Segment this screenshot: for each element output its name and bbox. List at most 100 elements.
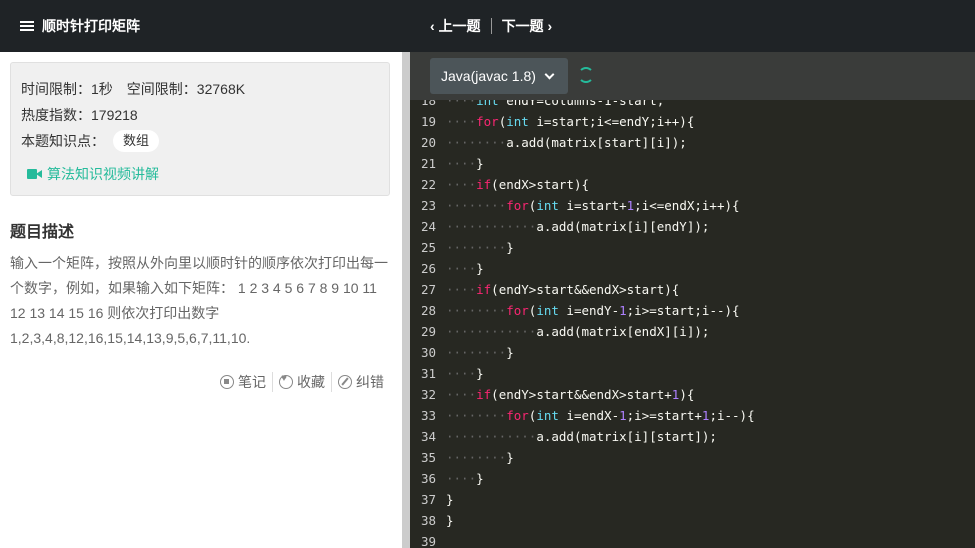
code-line[interactable]: 21 ····}: [410, 153, 975, 174]
knowledge-label: 本题知识点：: [21, 133, 105, 149]
code-text: ········for(int i=endX-1;i>=start+1;i--)…: [446, 408, 755, 423]
editor-panel: ‹ 上一题 下一题 › Java(javac 1.8) 18 ····int en…: [410, 0, 975, 548]
code-line[interactable]: 23 ········for(int i=start+1;i<=endX;i++)…: [410, 195, 975, 216]
code-text: ····}: [446, 471, 484, 486]
correct-button[interactable]: 纠错: [331, 372, 390, 392]
code-text: ····if(endX>start){: [446, 177, 590, 192]
code-line[interactable]: 19 ····for(int i=start;i<=endY;i++){: [410, 111, 975, 132]
panel-splitter[interactable]: [402, 52, 410, 548]
code-text: ····if(endY>start&&endX>start){: [446, 282, 680, 297]
knowledge-row: 本题知识点： 数组: [21, 128, 379, 154]
code-line[interactable]: 35 ········}: [410, 447, 975, 468]
code-text: ····int endY=columns-1-start;: [446, 100, 665, 108]
video-camera-icon: [27, 169, 43, 179]
code-text: ····if(endY>start&&endX>start+1){: [446, 387, 695, 402]
code-line[interactable]: 20 ········a.add(matrix[start][i]);: [410, 132, 975, 153]
line-number: 34: [420, 429, 436, 444]
refresh-icon[interactable]: [578, 67, 594, 83]
editor-header: ‹ 上一题 下一题 ›: [410, 0, 975, 52]
code-line[interactable]: 25 ········}: [410, 237, 975, 258]
line-number: 37: [420, 492, 436, 507]
chevron-right-icon: ›: [543, 18, 553, 34]
limits-row: 时间限制：1秒 空间限制：32768K: [21, 76, 379, 102]
description-line: 12 13 14 15 16 则依次打印出数字: [10, 305, 220, 321]
code-text: ········}: [446, 450, 514, 465]
line-number: 27: [420, 282, 436, 297]
video-lecture-link[interactable]: 算法知识视频讲解: [21, 164, 379, 184]
code-text: ········}: [446, 240, 514, 255]
prev-problem-label: 上一题: [438, 18, 481, 34]
favorite-button[interactable]: 收藏: [272, 372, 331, 392]
editor-toolbar: Java(javac 1.8): [410, 52, 975, 100]
chevron-left-icon: ‹: [430, 18, 439, 34]
code-line[interactable]: 30 ········}: [410, 342, 975, 363]
code-line[interactable]: 34 ············a.add(matrix[i][start]);: [410, 426, 975, 447]
description-line: 个数字，例如，如果输入如下矩阵： 1 2 3 4 5 6 7 8 9 10 11: [10, 280, 377, 296]
code-line[interactable]: 39: [410, 531, 975, 548]
next-problem-button[interactable]: 下一题 ›: [502, 16, 553, 36]
chevron-down-icon: [544, 69, 555, 79]
code-line[interactable]: 29 ············a.add(matrix[endX][i]);: [410, 321, 975, 342]
code-text: ····}: [446, 261, 484, 276]
code-text: ············a.add(matrix[i][start]);: [446, 429, 717, 444]
line-number: 23: [420, 198, 436, 213]
code-line[interactable]: 24 ············a.add(matrix[i][endY]);: [410, 216, 975, 237]
notebook-icon: [220, 375, 234, 389]
problem-header[interactable]: 顺时针打印矩阵: [0, 0, 410, 52]
app-root: 顺时针打印矩阵 时间限制：1秒 空间限制：32768K 热度指数：179218 …: [0, 0, 975, 548]
code-editor[interactable]: 18 ····int endY=columns-1-start; 19 ····for…: [410, 100, 975, 548]
line-number: 36: [420, 471, 436, 486]
line-number: 22: [420, 177, 436, 192]
code-text: ····for(int i=start;i<=endY;i++){: [446, 114, 695, 129]
description-line: 1,2,3,4,8,12,16,15,14,13,9,5,6,7,11,10.: [10, 330, 251, 346]
problem-title: 顺时针打印矩阵: [42, 18, 140, 34]
line-number: 30: [420, 345, 436, 360]
edit-icon: [338, 375, 352, 389]
code-text: ············a.add(matrix[i][endY]);: [446, 219, 710, 234]
line-number: 26: [420, 261, 436, 276]
next-problem-label: 下一题: [501, 18, 544, 34]
line-number: 20: [420, 135, 436, 150]
language-select[interactable]: Java(javac 1.8): [430, 58, 568, 94]
problem-panel: 顺时针打印矩阵 时间限制：1秒 空间限制：32768K 热度指数：179218 …: [0, 0, 410, 548]
code-line[interactable]: 28 ········for(int i=endY-1;i>=start;i--)…: [410, 300, 975, 321]
code-text: ········}: [446, 345, 514, 360]
code-line[interactable]: 33 ········for(int i=endX-1;i>=start+1;i-…: [410, 405, 975, 426]
prev-problem-button[interactable]: ‹ 上一题: [430, 16, 481, 36]
problem-actions: 笔记 收藏 纠错: [214, 372, 390, 392]
code-line[interactable]: 36 ····}: [410, 468, 975, 489]
code-text: }: [446, 492, 454, 507]
code-line[interactable]: 37}: [410, 489, 975, 510]
code-line[interactable]: 26 ····}: [410, 258, 975, 279]
code-text: ········for(int i=start+1;i<=endX;i++){: [446, 198, 740, 213]
correct-label: 纠错: [356, 374, 384, 390]
problem-navigation: ‹ 上一题 下一题 ›: [430, 16, 552, 36]
line-number: 18: [420, 100, 436, 108]
line-number: 24: [420, 219, 436, 234]
note-button[interactable]: 笔记: [214, 372, 272, 392]
list-icon[interactable]: [20, 20, 34, 32]
line-number: 28: [420, 303, 436, 318]
code-line[interactable]: 22 ····if(endX>start){: [410, 174, 975, 195]
line-number: 39: [420, 534, 436, 548]
code-line[interactable]: 32 ····if(endY>start&&endX>start+1){: [410, 384, 975, 405]
code-text: ············a.add(matrix[endX][i]);: [446, 324, 710, 339]
note-label: 笔记: [238, 374, 266, 390]
code-text: ····}: [446, 156, 484, 171]
line-number: 32: [420, 387, 436, 402]
space-limit: 空间限制：32768K: [126, 81, 246, 97]
heat-index: 热度指数：179218: [21, 107, 138, 123]
code-text: ········for(int i=endY-1;i>=start;i--){: [446, 303, 740, 318]
code-line[interactable]: 38}: [410, 510, 975, 531]
problem-info-box: 时间限制：1秒 空间限制：32768K 热度指数：179218 本题知识点： 数…: [10, 62, 390, 196]
code-line[interactable]: 31 ····}: [410, 363, 975, 384]
code-text: }: [446, 513, 454, 528]
time-limit: 时间限制：1秒: [21, 81, 113, 97]
description-line: 输入一个矩阵，按照从外向里以顺时针的顺序依次打印出每一: [10, 255, 388, 271]
code-line[interactable]: 27 ····if(endY>start&&endX>start){: [410, 279, 975, 300]
code-line[interactable]: 18 ····int endY=columns-1-start;: [410, 100, 975, 111]
knowledge-tag[interactable]: 数组: [113, 130, 160, 152]
description-heading: 题目描述: [10, 224, 75, 241]
language-value: Java(javac 1.8): [441, 68, 536, 84]
heat-row: 热度指数：179218: [21, 102, 379, 128]
